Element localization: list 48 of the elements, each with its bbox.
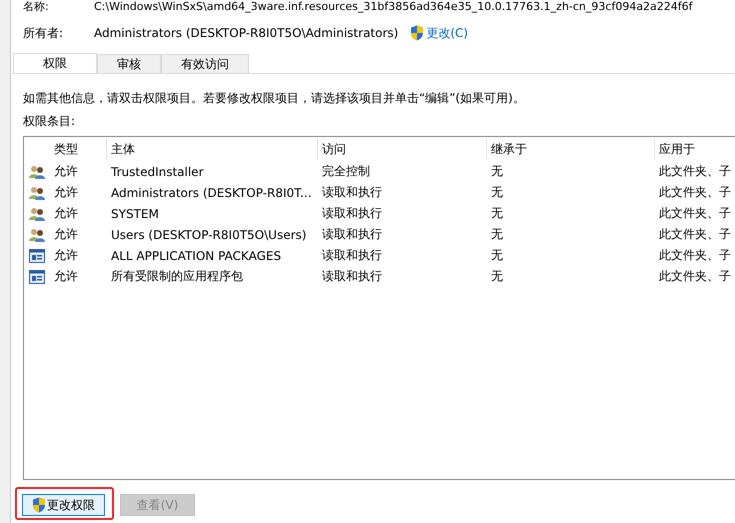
table-cell-text: 无 <box>490 184 504 201</box>
table-cell-text: 所有受限制的应用程序包 <box>110 268 244 285</box>
dialog-button[interactable]: 更改权限 <box>22 494 105 516</box>
shield-icon <box>410 25 424 41</box>
column-header[interactable]: 应用于 <box>655 138 735 160</box>
table-cell-text: 允许 <box>53 205 79 222</box>
table-cell-text: 此文件夹、子 <box>658 163 732 180</box>
table-cell-text: ALL APPLICATION PACKAGES <box>110 248 282 262</box>
table-cell-text: 无 <box>490 205 504 222</box>
tab[interactable]: 审核 <box>97 54 161 73</box>
table-cell-text: 读取和执行 <box>321 226 383 243</box>
table-cell-text: 此文件夹、子 <box>658 268 732 285</box>
shield-icon <box>32 497 46 513</box>
table-cell-text: 允许 <box>53 226 79 243</box>
table-cell-text: Administrators (DESKTOP-R8I0T... <box>110 186 313 200</box>
table-cell-text: 读取和执行 <box>321 247 383 264</box>
column-header[interactable]: 访问 <box>318 138 487 160</box>
column-header[interactable]: 继承于 <box>487 138 655 160</box>
column-header[interactable]: 主体 <box>107 138 318 160</box>
table-cell-text: SYSTEM <box>110 206 160 220</box>
owner-name: Administrators (DESKTOP-R8I0T5O\Administrators) <box>94 26 398 40</box>
change-owner-link[interactable]: 更改(C) <box>426 24 468 42</box>
column-header[interactable]: 类型 <box>50 138 107 160</box>
object-path: C:\Windows\WinSxS\amd64_3ware.inf.resources_31bf3856ad364e35_10.0.17763.1_zh-cn_93cf094a2a224f6f <box>94 0 693 14</box>
table-cell-text: 无 <box>490 163 504 180</box>
table-cell-text: 完全控制 <box>321 163 371 180</box>
table-cell-text: 此文件夹、子 <box>658 226 732 243</box>
table-cell-text: 读取和执行 <box>321 184 383 201</box>
field-label: 所有者: <box>23 24 64 42</box>
table-cell-text: 此文件夹、子 <box>658 205 732 222</box>
info-text: 如需其他信息，请双击权限项目。若要修改权限项目，请选择该项目并单击“编辑”(如果可用)。 <box>23 90 526 106</box>
table-cell-text: 无 <box>490 247 504 264</box>
table-cell-text: TrustedInstaller <box>110 164 205 178</box>
table-cell-text: 读取和执行 <box>321 268 383 285</box>
table-cell-text: 读取和执行 <box>321 205 383 222</box>
table-cell-text: 允许 <box>53 163 79 180</box>
tab[interactable]: 权限 <box>13 53 97 73</box>
table-cell-text: 允许 <box>53 184 79 201</box>
table-cell-text: 此文件夹、子 <box>658 184 732 201</box>
list-label: 权限条目: <box>23 113 76 129</box>
field-label: 名称: <box>23 0 50 14</box>
tab[interactable]: 有效访问 <box>161 54 249 73</box>
table-cell-text: Users (DESKTOP-R8I0T5O\Users) <box>110 228 308 242</box>
table-cell-text: 允许 <box>53 268 79 285</box>
table-cell-text: 无 <box>490 226 504 243</box>
table-cell-text: 无 <box>490 268 504 285</box>
table-cell-text: 此文件夹、子 <box>658 247 732 264</box>
table-cell-text: 允许 <box>53 247 79 264</box>
